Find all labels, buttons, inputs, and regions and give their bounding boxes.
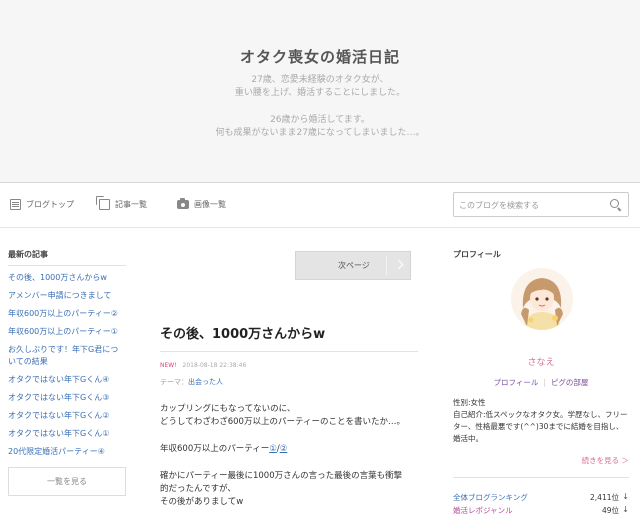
right-sidebar: プロフィール さなえ プロフィール | ピグの部屋 性別:女性 自己紹介:低スペック… <box>453 249 629 515</box>
theme-label: テーマ： <box>160 378 188 386</box>
avatar[interactable] <box>511 268 573 330</box>
ranking-value: 2,411位 <box>590 493 619 502</box>
body-text: 的だったんですが、 <box>160 484 236 494</box>
next-page-label: 次ページ <box>338 261 370 270</box>
profile-links: プロフィール | ピグの部屋 <box>453 377 629 388</box>
nav-article-list-label: 記事一覧 <box>115 200 147 209</box>
recent-post-link[interactable]: 年収600万以上のパーティー① <box>8 326 126 338</box>
post-title[interactable]: その後、1000万さんからw <box>160 323 325 342</box>
recent-post-link[interactable]: オタクではない年下Gくん① <box>8 428 126 440</box>
blog-desc-line: 重い腰を上げ、婚活することにしました。 <box>234 88 406 98</box>
divider <box>160 351 418 352</box>
nav-image-list-label: 画像一覧 <box>194 200 226 209</box>
body-paragraph: カップリングにもなってないのに、 どうしてわざわざ600万以上のパーティーのこと… <box>160 403 420 429</box>
recent-post-link[interactable]: 年収600万以上のパーティー② <box>8 308 126 320</box>
recent-post-link[interactable]: その後、1000万さんからw <box>8 272 126 284</box>
copy-icon <box>96 196 110 210</box>
post-timestamp: 2018-08-18 22:38:46 <box>182 362 247 369</box>
pigg-room-link[interactable]: ピグの部屋 <box>546 378 594 387</box>
body-paragraph: 年収600万以上のパーティー①/② <box>160 443 420 456</box>
arrow-down-icon: ↓ <box>622 492 629 501</box>
nav-blog-top-label: ブログトップ <box>26 200 74 209</box>
body-paragraph: 確かにパーティー最後に1000万さんの言った最後の言葉も衝撃 的だったんですが、… <box>160 470 420 509</box>
recent-post-link[interactable]: 20代限定婚活パーティー④ <box>8 446 126 458</box>
theme-link[interactable]: 出会った人 <box>188 378 223 386</box>
camera-icon <box>177 198 189 209</box>
next-page-button[interactable]: 次ページ <box>295 251 411 280</box>
recent-posts-heading: 最新の記事 <box>8 249 126 266</box>
blog-desc-line: 27歳、恋愛未経験のオタク女が、 <box>251 75 389 85</box>
view-all-button[interactable]: 一覧を見る <box>8 467 126 496</box>
recent-post-link[interactable]: オタクではない年下Gくん② <box>8 410 126 422</box>
left-sidebar: 最新の記事 その後、1000万さんからw アメンバー申請につきまして 年収600… <box>8 249 126 496</box>
ranking-value: 49位 <box>601 506 619 515</box>
nav-article-list[interactable]: 記事一覧 <box>96 196 147 210</box>
recent-posts-list: その後、1000万さんからw アメンバー申請につきまして 年収600万以上のパー… <box>8 272 126 458</box>
profile-link[interactable]: プロフィール <box>489 378 544 387</box>
nav-blog-top[interactable]: ブログトップ <box>10 199 74 210</box>
blog-description: 27歳、恋愛未経験のオタク女が、 重い腰を上げ、婚活することにしました。 26歳… <box>0 74 640 140</box>
profile-heading: プロフィール <box>453 250 501 259</box>
ranking-label[interactable]: 婚活レポジャンル <box>453 505 513 516</box>
blog-desc-line: 26歳から婚活してます。 <box>270 115 370 125</box>
post-theme: テーマ：出会った人 <box>160 377 223 387</box>
post-link-1[interactable]: ① <box>269 444 277 454</box>
body-text: その後がありましてw <box>160 497 244 507</box>
new-badge: NEW! <box>160 362 177 369</box>
profile-name[interactable]: さなえ <box>453 355 629 368</box>
divider <box>386 256 387 276</box>
search-box <box>453 192 629 217</box>
search-input[interactable] <box>454 194 604 217</box>
ranking-row: 婚活レポジャンル 49位 ↓ <box>453 505 629 517</box>
profile-gender: 性別:女性 <box>453 398 486 407</box>
ranking-row: 全体ブログランキング 2,411位 ↓ <box>453 492 629 504</box>
ranking-label[interactable]: 全体ブログランキング <box>453 492 528 503</box>
read-more-link[interactable]: 続きを見る ＞ <box>582 455 629 466</box>
post-body: カップリングにもなってないのに、 どうしてわざわざ600万以上のパーティーのこと… <box>160 403 420 509</box>
blog-header: オタク喪女の婚活日記 27歳、恋愛未経験のオタク女が、 重い腰を上げ、婚活するこ… <box>0 0 640 183</box>
divider <box>453 477 629 478</box>
post-link-2[interactable]: ② <box>280 444 288 454</box>
arrow-down-icon: ↓ <box>622 505 629 514</box>
nav-image-list[interactable]: 画像一覧 <box>177 198 226 210</box>
body-text: カップリングにもなってないのに、 <box>160 404 296 414</box>
body-text: どうしてわざわざ600万以上のパーティーのことを書いたか…。 <box>160 417 405 427</box>
recent-post-link[interactable]: オタクではない年下Gくん④ <box>8 374 126 386</box>
recent-post-link[interactable]: アメンバー申請につきまして <box>8 290 126 302</box>
recent-post-link[interactable]: オタクではない年下Gくん③ <box>8 392 126 404</box>
document-icon <box>10 199 21 210</box>
chevron-right-icon <box>393 259 404 270</box>
blog-desc-line: 何も成果がないまま27歳になってしまいました…。 <box>215 128 425 138</box>
post-meta: NEW! 2018-08-18 22:38:46 <box>160 362 246 369</box>
profile-intro: 自己紹介:低スペックなオタク女。学歴なし、フリーター、性格最悪です(^^)30ま… <box>453 410 628 443</box>
recent-post-link[interactable]: お久しぶりです！年下G君についての結果 <box>8 344 126 368</box>
profile-info: 性別:女性 自己紹介:低スペックなオタク女。学歴なし、フリーター、性格最悪です(… <box>453 397 629 445</box>
avatar-illustration <box>511 268 573 330</box>
search-icon[interactable] <box>610 199 622 211</box>
body-text: 年収600万以上のパーティー <box>160 444 270 454</box>
blog-title[interactable]: オタク喪女の婚活日記 <box>0 46 640 67</box>
body-text: 確かにパーティー最後に1000万さんの言った最後の言葉も衝撃 <box>160 471 403 481</box>
